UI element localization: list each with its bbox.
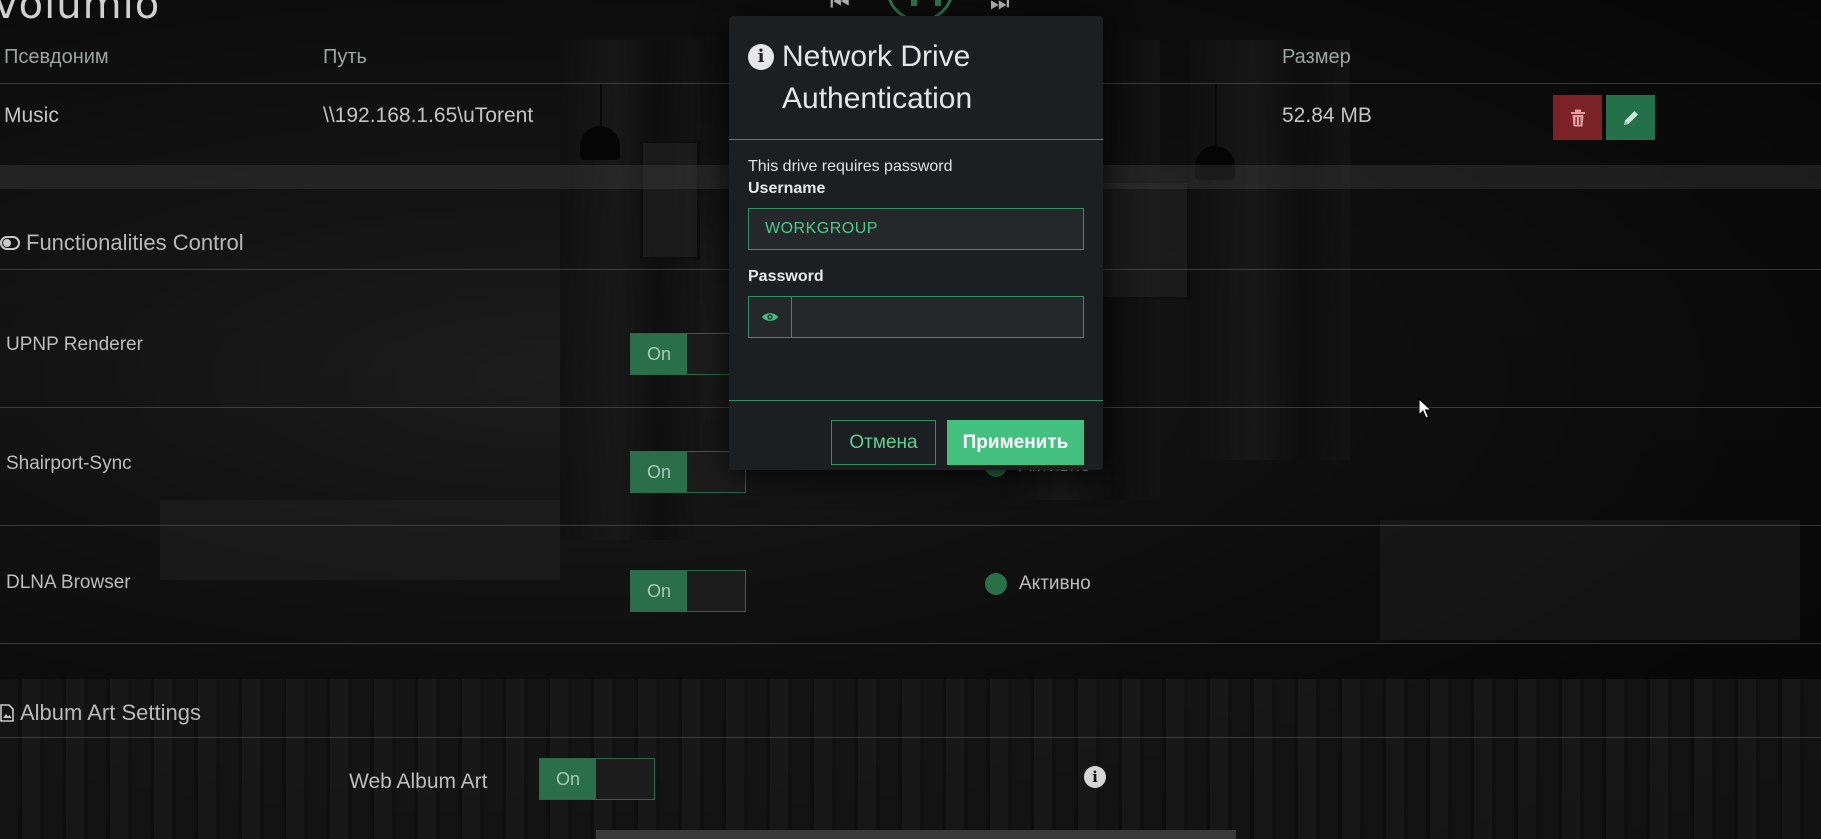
album-art-title-text: Album Art Settings: [20, 700, 201, 725]
eye-icon: [761, 313, 778, 321]
status-text: Активно: [1019, 573, 1091, 594]
functionalities-section-title: Functionalities Control: [0, 230, 244, 256]
album-art-section-title: Album Art Settings: [0, 700, 201, 726]
skip-previous-icon[interactable]: ⏮: [830, 0, 850, 16]
web-album-art-label: Web Album Art: [349, 770, 488, 793]
network-drive-auth-modal: i Network Drive Authentication This driv…: [729, 16, 1103, 470]
modal-title-text: Network Drive Authentication: [782, 40, 973, 115]
info-icon[interactable]: i: [1084, 766, 1106, 788]
status-dot: [985, 573, 1007, 595]
volumio-logo[interactable]: volumio: [0, 0, 160, 28]
info-icon: i: [748, 44, 774, 70]
functionalities-title-text: Functionalities Control: [26, 230, 244, 255]
dlna-browser-status: Активно: [985, 573, 1091, 595]
dlna-browser-toggle[interactable]: On: [630, 570, 746, 612]
drive-size: 52.84 MB: [1282, 104, 1372, 127]
toggle-on-label: On: [631, 452, 687, 492]
apply-button[interactable]: Применить: [947, 420, 1084, 465]
modal-header: i Network Drive Authentication: [729, 16, 1103, 140]
column-path: Путь: [323, 46, 367, 68]
drive-alias: Music: [4, 104, 59, 127]
username-field-wrapper: [748, 208, 1084, 250]
show-password-button[interactable]: [749, 297, 792, 337]
cancel-button[interactable]: Отмена: [831, 420, 936, 465]
horizontal-scrollbar[interactable]: [596, 830, 1236, 839]
toggle-on-label: On: [631, 334, 687, 374]
toggle-off-area: [687, 571, 745, 611]
web-album-art-toggle[interactable]: On: [539, 758, 655, 800]
toggle-on-label: On: [540, 759, 596, 799]
mouse-cursor-icon: [1418, 398, 1432, 419]
shairport-sync-label: Shairport-Sync: [6, 453, 132, 474]
trash-icon: [1570, 109, 1585, 126]
upnp-renderer-label: UPNP Renderer: [6, 334, 143, 355]
edit-drive-button[interactable]: [1606, 95, 1655, 140]
drive-path: \\192.168.1.65\uTorent: [323, 104, 534, 127]
username-label: Username: [748, 180, 826, 197]
password-field[interactable]: [791, 297, 1083, 337]
modal-title: i Network Drive Authentication: [748, 36, 1084, 120]
password-label: Password: [748, 268, 824, 285]
dlna-browser-label: DLNA Browser: [6, 572, 131, 593]
toggle-on-label: On: [631, 571, 687, 611]
password-field-wrapper: [748, 296, 1084, 338]
auth-message: This drive requires password: [748, 158, 953, 175]
skip-next-icon[interactable]: ⏭: [990, 0, 1010, 16]
username-field[interactable]: [749, 209, 1083, 249]
column-alias: Псевдоним: [4, 46, 109, 68]
modal-body: This drive requires password Username Pa…: [729, 140, 1103, 401]
modal-footer: Отмена Применить: [729, 401, 1103, 469]
pencil-icon: [1623, 110, 1638, 125]
image-file-icon: [0, 704, 14, 722]
toggle-off-area: [596, 759, 654, 799]
column-size: Размер: [1282, 46, 1351, 68]
delete-drive-button[interactable]: [1553, 95, 1602, 140]
toggle-icon: [0, 236, 20, 250]
